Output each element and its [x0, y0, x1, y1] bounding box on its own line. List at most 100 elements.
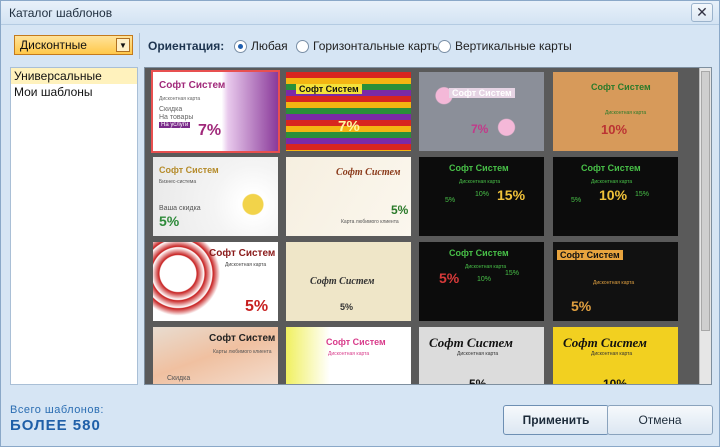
template-title: Софт Систем [449, 248, 509, 258]
template-sub: Дисконтная карта [591, 179, 633, 185]
template-extra2: 15% [635, 191, 650, 198]
radio-horizontal[interactable]: Горизонтальные карты [296, 38, 441, 54]
template-title: Софт Систем [209, 248, 276, 259]
total-templates-value: БОЛЕЕ 580 [10, 417, 101, 434]
template-title: Софт Систем [209, 333, 276, 344]
chevron-down-icon[interactable]: ▼ [116, 38, 130, 52]
template-card[interactable]: Софт Систем Дисконтная карта [286, 327, 411, 384]
template-card[interactable]: Софт Систем Карты любимого клиента Скидка [153, 327, 278, 384]
template-extra2: 10% [475, 191, 490, 198]
radio-indicator[interactable] [296, 39, 309, 53]
template-card[interactable]: Софт Систем 5% [286, 242, 411, 321]
template-extra1: Ваша скидка [159, 205, 201, 212]
template-sub: Дисконтная карта [593, 280, 635, 286]
category-item-my-templates[interactable]: Мои шаблоны [11, 84, 137, 100]
template-card[interactable]: Софт Систем Дисконтная карта 10% 15% 5% [419, 242, 544, 321]
template-percent: 5% [391, 203, 409, 217]
category-type-value: Дисконтные [20, 38, 87, 52]
template-percent: 10% [599, 187, 628, 203]
template-sub: Карты любимого клиента [213, 349, 272, 355]
radio-any[interactable]: Любая [234, 38, 288, 54]
template-sub: Дисконтная карта [328, 351, 370, 357]
template-sub: Бизнес-система [159, 179, 197, 185]
template-extra2: 15% [505, 270, 520, 277]
template-card[interactable]: Софт Систем Дисконтная карта Скидка На това… [151, 70, 280, 153]
template-card[interactable]: Софт Систем Дисконтная карта 10% [553, 72, 678, 151]
template-card[interactable]: Софт Систем Дисконтная карта 5% 10% 15% [419, 157, 544, 236]
template-card[interactable]: Софт Систем Карта любимого клиента 5% [286, 157, 411, 236]
radio-label: Вертикальные карты [455, 39, 572, 53]
template-extra1: Скидка [167, 375, 191, 382]
template-title: Софт Систем [159, 80, 226, 91]
radio-label: Любая [251, 39, 288, 53]
template-title: Софт Систем [326, 337, 386, 347]
category-item-universal[interactable]: Универсальные [11, 68, 137, 84]
template-percent: 5% [159, 213, 180, 229]
template-grid: Софт Систем Дисконтная карта Скидка На това… [144, 67, 712, 385]
template-title: Софт Систем [310, 276, 375, 287]
close-button[interactable]: ✕ [691, 3, 713, 22]
template-title: Софт Систем [581, 163, 641, 173]
template-title: Софт Систем [429, 335, 513, 350]
template-catalog-window: Каталог шаблонов ✕ Дисконтные ▼ Ориентац… [0, 0, 720, 447]
template-sub: Дисконтная карта [225, 262, 267, 268]
vertical-scrollbar[interactable] [699, 68, 711, 384]
title-bar: Каталог шаблонов ✕ [1, 1, 719, 25]
template-card[interactable]: Софт Систем Дисконтная карта 10% [553, 327, 678, 385]
template-card[interactable]: Софт Систем 7% [419, 72, 544, 151]
category-list: Универсальные Мои шаблоны [10, 67, 138, 385]
scrollbar-thumb[interactable] [701, 71, 710, 331]
template-title: Софт Систем [159, 165, 219, 175]
template-extra3: На услуги [159, 122, 191, 128]
cancel-button[interactable]: Отмена [607, 405, 713, 435]
template-title: Софт Систем [563, 335, 647, 350]
template-percent: 5% [469, 377, 487, 385]
apply-button[interactable]: Применить [503, 405, 609, 435]
radio-vertical[interactable]: Вертикальные карты [438, 38, 572, 54]
orientation-group: Ориентация: Любая Горизонтальные карты В… [141, 31, 716, 61]
template-card[interactable]: Софт Систем Дисконтная карта 5% [153, 242, 278, 321]
divider [139, 33, 140, 59]
category-type-dropdown[interactable]: Дисконтные ▼ [14, 35, 133, 55]
template-percent: 5% [439, 270, 460, 286]
template-card[interactable]: Софт Систем Дисконтная карта 5% 15% 10% [553, 157, 678, 236]
radio-indicator[interactable] [438, 39, 451, 53]
template-title: Софт Систем [296, 84, 362, 94]
orientation-label: Ориентация: [148, 39, 225, 53]
template-sub: Дисконтная карта [591, 351, 633, 357]
radio-indicator[interactable] [234, 39, 247, 53]
template-extra1: 5% [445, 197, 456, 204]
template-percent: 15% [497, 187, 526, 203]
template-percent: 10% [603, 377, 628, 385]
template-sub: Дисконтная карта [159, 96, 201, 102]
template-sub: Карта любимого клиента [341, 219, 399, 225]
window-title: Каталог шаблонов [9, 6, 113, 20]
close-icon: ✕ [696, 4, 708, 20]
template-sub: Дисконтная карта [605, 110, 647, 116]
template-extra2: На товары [159, 114, 194, 121]
total-templates-label: Всего шаблонов: [10, 404, 104, 416]
template-card[interactable]: Софт Систем Дисконтная карта 5% [419, 327, 544, 385]
template-title: Софт Систем [449, 163, 509, 173]
template-percent: 5% [340, 302, 354, 312]
template-sub: Дисконтная карта [459, 179, 501, 185]
template-percent: 10% [601, 122, 628, 137]
template-percent: 7% [471, 122, 489, 136]
template-percent: 7% [338, 118, 360, 135]
template-card[interactable]: Софт Систем 7% [286, 72, 411, 151]
template-sub: Дисконтная карта [457, 351, 499, 357]
template-title: Софт Систем [336, 167, 401, 178]
template-extra1: 10% [477, 276, 492, 283]
template-card[interactable]: Софт Систем Дисконтная карта 5% [553, 242, 678, 321]
template-percent: 5% [245, 298, 269, 315]
template-extra1: Скидка [159, 106, 183, 113]
template-title: Софт Систем [591, 82, 651, 92]
template-percent: 7% [198, 122, 222, 139]
template-title: Софт Систем [449, 88, 515, 98]
template-percent: 5% [571, 298, 592, 314]
template-sub: Дисконтная карта [465, 264, 507, 270]
radio-label: Горизонтальные карты [313, 39, 441, 53]
template-extra1: 5% [571, 197, 582, 204]
template-title: Софт Систем [557, 250, 623, 260]
template-card[interactable]: Софт Систем Бизнес-система Ваша скидка 5% [153, 157, 278, 236]
